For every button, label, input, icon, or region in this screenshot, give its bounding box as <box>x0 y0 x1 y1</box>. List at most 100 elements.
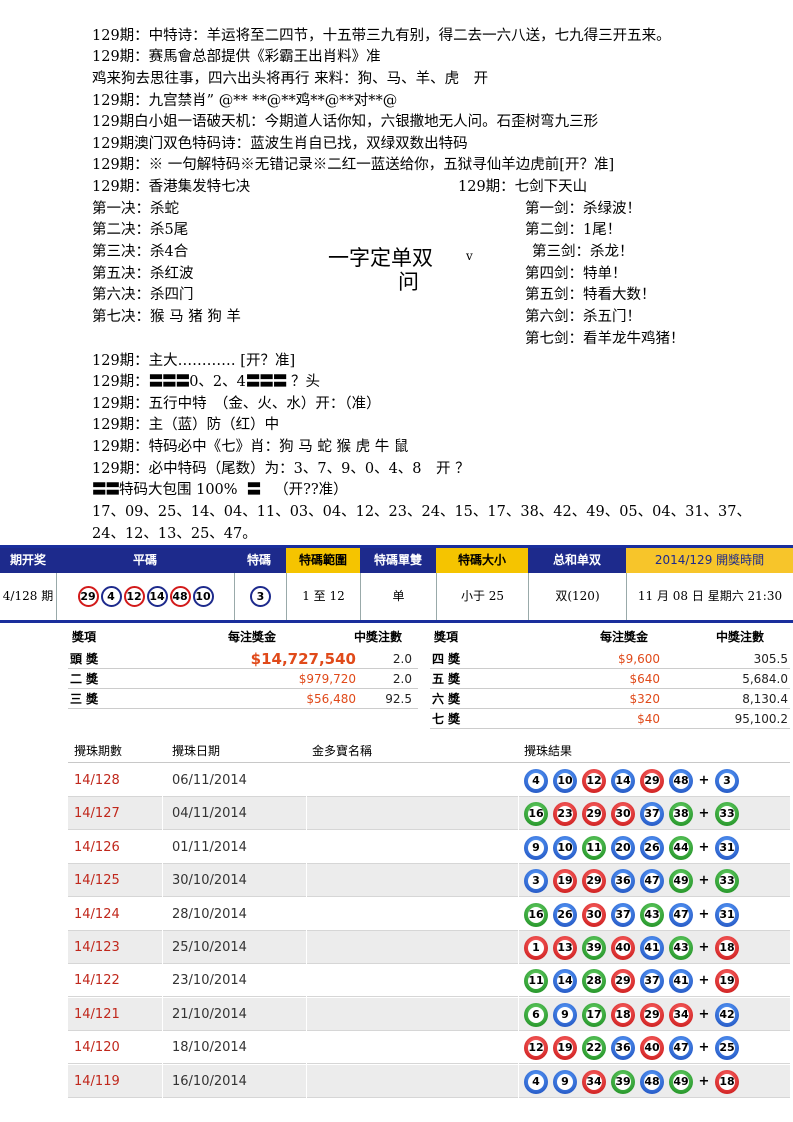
column-separator <box>162 897 163 931</box>
blue-ball: 48 <box>640 1069 664 1094</box>
red-ball: 19 <box>553 869 577 894</box>
header-oddeven: 特碼單雙 <box>373 553 422 567</box>
prize-header-count: 中獎注數 <box>716 630 765 644</box>
blue-ball: 9 <box>553 1002 577 1027</box>
prize-header-amount: 每注獎金 <box>228 630 277 644</box>
draw-result-balls: 6 9 17 18 29 34 +42 <box>524 1002 744 1027</box>
column-separator <box>518 797 519 831</box>
normal-ball: 4 <box>100 586 122 607</box>
column-separator <box>162 997 163 1031</box>
red-ball: 29 <box>582 869 606 894</box>
jue-item: 第二决：杀5尾 <box>92 222 189 238</box>
prize-count: 2.0 <box>392 652 412 666</box>
red-ball: 18 <box>611 1002 635 1027</box>
red-ball: 34 <box>669 1002 693 1027</box>
prize-count: 305.5 <box>753 652 788 666</box>
red-ball: 19 <box>715 969 739 994</box>
header-size: 特碼大小 <box>436 548 528 573</box>
draw-period: 14/122 <box>74 973 120 989</box>
draw-period: 14/128 <box>74 773 120 788</box>
prize-row: 五 獎 $640 5,684.0 <box>430 669 790 689</box>
blue-ball: 37 <box>611 902 635 927</box>
draw-date: 21/10/2014 <box>172 1006 247 1022</box>
column-separator <box>518 931 519 964</box>
blue-ball: 41 <box>640 936 664 960</box>
red-ball: 19 <box>553 1036 577 1061</box>
table-row: 14/124 28/10/2014 16 26 30 37 43 47 +31 <box>68 897 790 931</box>
prize-row: 六 獎 $320 8,130.4 <box>430 689 790 709</box>
column-separator <box>518 1064 519 1098</box>
big-heading: 一字定单双 <box>328 246 433 270</box>
draw-date: 18/10/2014 <box>172 1040 247 1056</box>
prediction-text-block: 129期：中特诗：羊运将至二四节，十五带三九有别，得二去一六八送，七九得三开五来… <box>0 0 793 545</box>
prize-row: 四 獎 $9,600 305.5 <box>430 649 790 669</box>
green-ball: 39 <box>582 936 606 960</box>
prize-header-name: 獎項 <box>434 630 459 644</box>
green-ball: 6 <box>524 1002 548 1027</box>
column-separator <box>306 897 307 931</box>
text-line: 〓〓特码大包围 100% 〓 （开??准） <box>92 481 348 499</box>
column-separator <box>162 764 163 797</box>
text-line: 129期：赛馬會总部提供《彩霸王出肖料》准 <box>92 49 381 65</box>
plus-icon: + <box>698 873 710 889</box>
draw-period: 14/124 <box>74 906 120 922</box>
draw-date: 04/11/2014 <box>172 806 247 822</box>
header-special: 特碼 <box>246 553 271 567</box>
red-ball: 30 <box>582 902 606 927</box>
blue-ball: 48 <box>669 769 693 793</box>
green-ball: 49 <box>669 1069 693 1094</box>
green-ball: 11 <box>582 835 606 860</box>
blue-ball: 3 <box>715 769 739 793</box>
draw-period: 14/121 <box>74 1006 120 1022</box>
text-line: 129期：九宫禁肖” @** **@**鸡**@**对**@ <box>92 93 398 109</box>
big-heading-question: 问 <box>398 270 419 294</box>
draw-result-balls: 12 19 22 36 40 47 +25 <box>524 1036 744 1061</box>
column-separator <box>162 964 163 998</box>
prize-name: 二 獎 <box>70 672 99 686</box>
prize-name: 五 獎 <box>432 672 461 686</box>
draw-result-balls: 9 10 11 20 26 44 +31 <box>524 835 744 860</box>
header-period: 期开奖 <box>9 553 46 567</box>
draw-result-balls: 1 13 39 40 41 43 +18 <box>524 936 744 960</box>
table-row: 14/123 25/10/2014 1 13 39 40 41 43 +18 <box>68 931 790 964</box>
blue-ball: 10 <box>553 769 577 793</box>
column-separator <box>518 830 519 864</box>
prize-header-name: 獎項 <box>72 630 97 644</box>
plus-icon: + <box>698 839 710 855</box>
cell-range: 1 至 12 <box>286 573 360 620</box>
sword-item: 第一剑：杀绿波！ <box>525 201 641 217</box>
prize-header-count: 中獎注數 <box>354 630 403 644</box>
green-ball: 43 <box>669 936 693 960</box>
green-ball: 49 <box>669 869 693 894</box>
prize-name: 七 獎 <box>432 712 461 726</box>
divider <box>430 728 790 729</box>
prize-amount: $9,600 <box>618 652 660 666</box>
prize-row: 三 獎 $56,480 92.5 <box>68 689 418 709</box>
blue-ball: 26 <box>553 902 577 927</box>
header-next-draw: 2014/129 開獎時間 <box>626 548 793 573</box>
draw-date: 25/10/2014 <box>172 940 247 955</box>
table-row: 14/126 01/11/2014 9 10 11 20 26 44 +31 <box>68 830 790 864</box>
draw-result-balls: 3 19 29 36 47 49 +33 <box>524 869 744 894</box>
red-ball: 1 <box>524 936 548 960</box>
v-mark: v <box>466 249 473 263</box>
draw-period: 14/126 <box>74 839 120 855</box>
special-ball: 3 <box>250 586 271 607</box>
column-separator <box>162 830 163 864</box>
text-line: 129期：〓〓〓0、2、4〓〓〓 ？头 <box>92 373 320 391</box>
normal-ball: 14 <box>146 586 168 607</box>
draw-date: 23/10/2014 <box>172 973 247 989</box>
plus-icon: + <box>698 1040 710 1056</box>
blue-ball: 4 <box>524 769 548 793</box>
blue-ball: 20 <box>611 835 635 860</box>
blue-ball: 47 <box>640 869 664 894</box>
text-line: 129期白小姐一语破天机：今期道人话你知，六银撒地无人问。石歪树弯九三形 <box>92 114 599 130</box>
red-ball: 29 <box>640 1002 664 1027</box>
draw-date: 28/10/2014 <box>172 906 247 922</box>
sword-item: 第四剑：特单！ <box>525 266 627 282</box>
column-separator <box>306 1064 307 1098</box>
column-separator <box>306 764 307 797</box>
normal-ball: 29 <box>77 586 99 607</box>
cell-oddeven: 单 <box>360 573 436 620</box>
green-ball: 38 <box>669 802 693 827</box>
